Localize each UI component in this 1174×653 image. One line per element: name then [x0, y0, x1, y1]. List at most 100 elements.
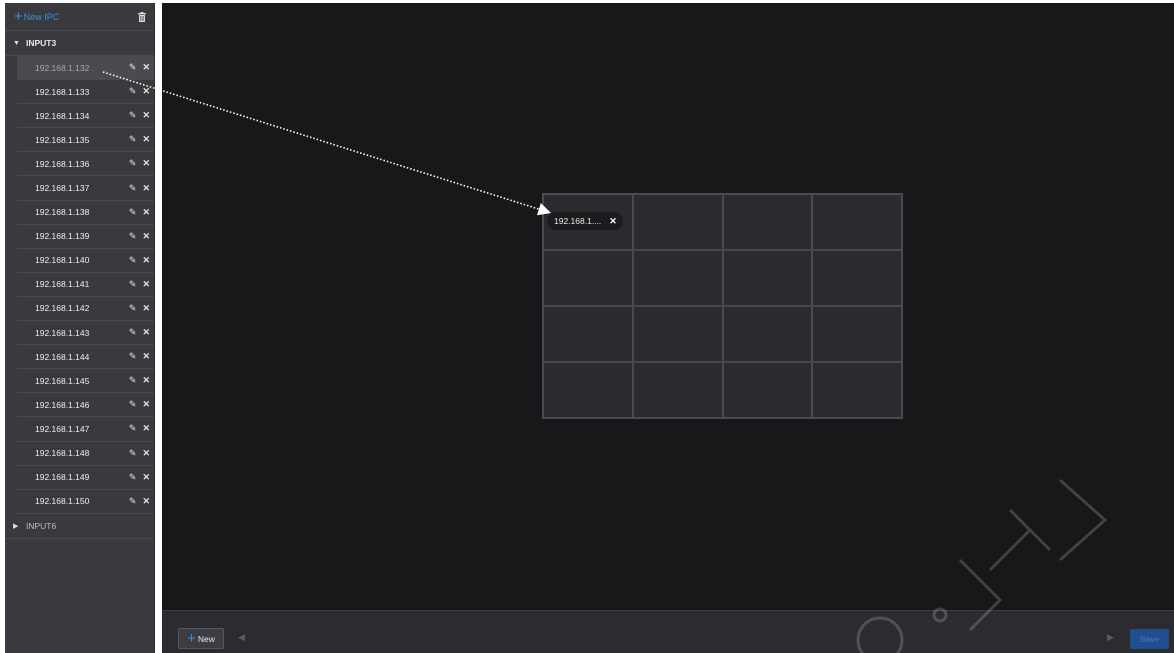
close-icon[interactable]: ✕ [142, 134, 150, 145]
list-item[interactable]: 192.168.1.145 ✎ ✕ [17, 369, 154, 394]
close-icon[interactable]: ✕ [142, 496, 150, 507]
list-item[interactable]: 192.168.1.140 ✎ ✕ [17, 248, 154, 273]
ip-label: 192.168.1.145 [35, 375, 90, 386]
assigned-source-chip[interactable]: 192.168.1.... ✕ [547, 212, 623, 230]
edit-icon[interactable]: ✎ [129, 375, 137, 386]
edit-icon[interactable]: ✎ [129, 303, 137, 314]
item-actions: ✎ ✕ [129, 303, 150, 314]
list-item[interactable]: 192.168.1.139 ✎ ✕ [17, 224, 154, 249]
grid-cell[interactable] [543, 306, 633, 362]
sidebar-header: + New IPC [5, 3, 154, 31]
edit-icon[interactable]: ✎ [129, 279, 137, 290]
edit-icon[interactable]: ✎ [129, 496, 137, 507]
list-item[interactable]: 192.168.1.148 ✎ ✕ [17, 441, 154, 466]
new-layout-button[interactable]: + New [178, 628, 224, 649]
edit-icon[interactable]: ✎ [129, 62, 137, 73]
grid-cell[interactable] [722, 362, 813, 418]
grid-cell[interactable] [812, 250, 902, 306]
close-icon[interactable]: ✕ [142, 472, 150, 483]
item-actions: ✎ ✕ [129, 375, 150, 386]
edit-icon[interactable]: ✎ [129, 110, 137, 121]
close-icon[interactable]: ✕ [142, 86, 150, 97]
grid-cell[interactable] [632, 306, 723, 362]
list-item[interactable]: 192.168.1.138 ✎ ✕ [17, 200, 154, 225]
ip-label: 192.168.1.139 [35, 231, 90, 242]
grid-cell[interactable] [632, 194, 723, 250]
close-icon[interactable]: ✕ [142, 448, 150, 459]
grid-cell[interactable] [812, 362, 902, 418]
scroll-left-icon[interactable]: ◀ [238, 632, 245, 643]
list-item[interactable]: 192.168.1.136 ✎ ✕ [17, 152, 154, 177]
list-item[interactable]: 192.168.1.141 ✎ ✕ [17, 272, 154, 297]
list-item[interactable]: 192.168.1.147 ✎ ✕ [17, 417, 154, 442]
edit-icon[interactable]: ✎ [129, 472, 137, 483]
grid-cell[interactable] [722, 250, 813, 306]
close-icon[interactable]: ✕ [142, 158, 150, 169]
list-item[interactable]: 192.168.1.135 ✎ ✕ [17, 128, 154, 153]
grid-cell[interactable] [543, 362, 633, 418]
list-item[interactable]: 192.168.1.132 ✎ ✕ [17, 56, 154, 81]
close-icon[interactable]: ✕ [142, 183, 150, 194]
ip-label: 192.168.1.143 [35, 327, 90, 338]
list-item[interactable]: 192.168.1.149 ✎ ✕ [17, 465, 154, 490]
edit-icon[interactable]: ✎ [129, 327, 137, 338]
grid-cell[interactable] [632, 250, 723, 306]
close-icon[interactable]: ✕ [142, 279, 150, 290]
edit-icon[interactable]: ✎ [129, 158, 137, 169]
grid-cell[interactable] [543, 250, 633, 306]
save-button[interactable]: Save [1130, 629, 1169, 649]
ip-label: 192.168.1.137 [35, 183, 90, 194]
close-icon[interactable]: ✕ [142, 255, 150, 266]
edit-icon[interactable]: ✎ [129, 183, 137, 194]
trash-icon[interactable] [138, 11, 146, 22]
edit-icon[interactable]: ✎ [129, 399, 137, 410]
layout-grid: 192.168.1.... ✕ [542, 193, 903, 419]
close-icon[interactable]: ✕ [142, 351, 150, 362]
close-icon[interactable]: ✕ [142, 327, 150, 338]
grid-cell[interactable] [722, 194, 813, 250]
grid-cell[interactable] [812, 306, 902, 362]
edit-icon[interactable]: ✎ [129, 207, 137, 218]
ip-label: 192.168.1.150 [35, 496, 90, 507]
edit-icon[interactable]: ✎ [129, 448, 137, 459]
list-item[interactable]: 192.168.1.133 ✎ ✕ [17, 80, 154, 105]
grid-cell[interactable] [812, 194, 902, 250]
close-icon[interactable]: ✕ [142, 231, 150, 242]
list-item[interactable]: 192.168.1.143 ✎ ✕ [17, 321, 154, 346]
close-icon[interactable]: ✕ [142, 207, 150, 218]
edit-icon[interactable]: ✎ [129, 86, 137, 97]
list-item[interactable]: 192.168.1.150 ✎ ✕ [17, 489, 154, 514]
edit-icon[interactable]: ✎ [129, 134, 137, 145]
item-actions: ✎ ✕ [129, 134, 150, 145]
list-item[interactable]: 192.168.1.146 ✎ ✕ [17, 393, 154, 418]
edit-icon[interactable]: ✎ [129, 231, 137, 242]
edit-icon[interactable]: ✎ [129, 423, 137, 434]
group-header-input3[interactable]: ▼ INPUT3 [5, 31, 154, 56]
new-ipc-button[interactable]: + New IPC [14, 9, 59, 24]
close-icon[interactable]: ✕ [609, 216, 617, 227]
close-icon[interactable]: ✕ [142, 399, 150, 410]
ip-label: 192.168.1.132 [35, 62, 90, 73]
list-item[interactable]: 192.168.1.134 ✎ ✕ [17, 104, 154, 129]
grid-cell[interactable]: 192.168.1.... ✕ [543, 194, 633, 250]
close-icon[interactable]: ✕ [142, 303, 150, 314]
grid-cell[interactable] [632, 362, 723, 418]
close-icon[interactable]: ✕ [142, 423, 150, 434]
grid-cell[interactable] [722, 306, 813, 362]
ip-label: 192.168.1.148 [35, 448, 90, 459]
close-icon[interactable]: ✕ [142, 375, 150, 386]
group-header-input6[interactable]: ▶ INPUT6 [5, 514, 154, 539]
item-actions: ✎ ✕ [129, 351, 150, 362]
list-item[interactable]: 192.168.1.142 ✎ ✕ [17, 296, 154, 322]
close-icon[interactable]: ✕ [142, 110, 150, 121]
group-label: INPUT6 [26, 520, 57, 531]
list-item[interactable]: 192.168.1.137 ✎ ✕ [17, 176, 154, 201]
close-icon[interactable]: ✕ [142, 62, 150, 73]
scroll-right-icon[interactable]: ▶ [1107, 632, 1114, 643]
ip-label: 192.168.1.146 [35, 399, 90, 410]
new-button-label: New [197, 633, 215, 644]
item-actions: ✎ ✕ [129, 158, 150, 169]
edit-icon[interactable]: ✎ [129, 255, 137, 266]
edit-icon[interactable]: ✎ [129, 351, 137, 362]
list-item[interactable]: 192.168.1.144 ✎ ✕ [17, 345, 154, 370]
